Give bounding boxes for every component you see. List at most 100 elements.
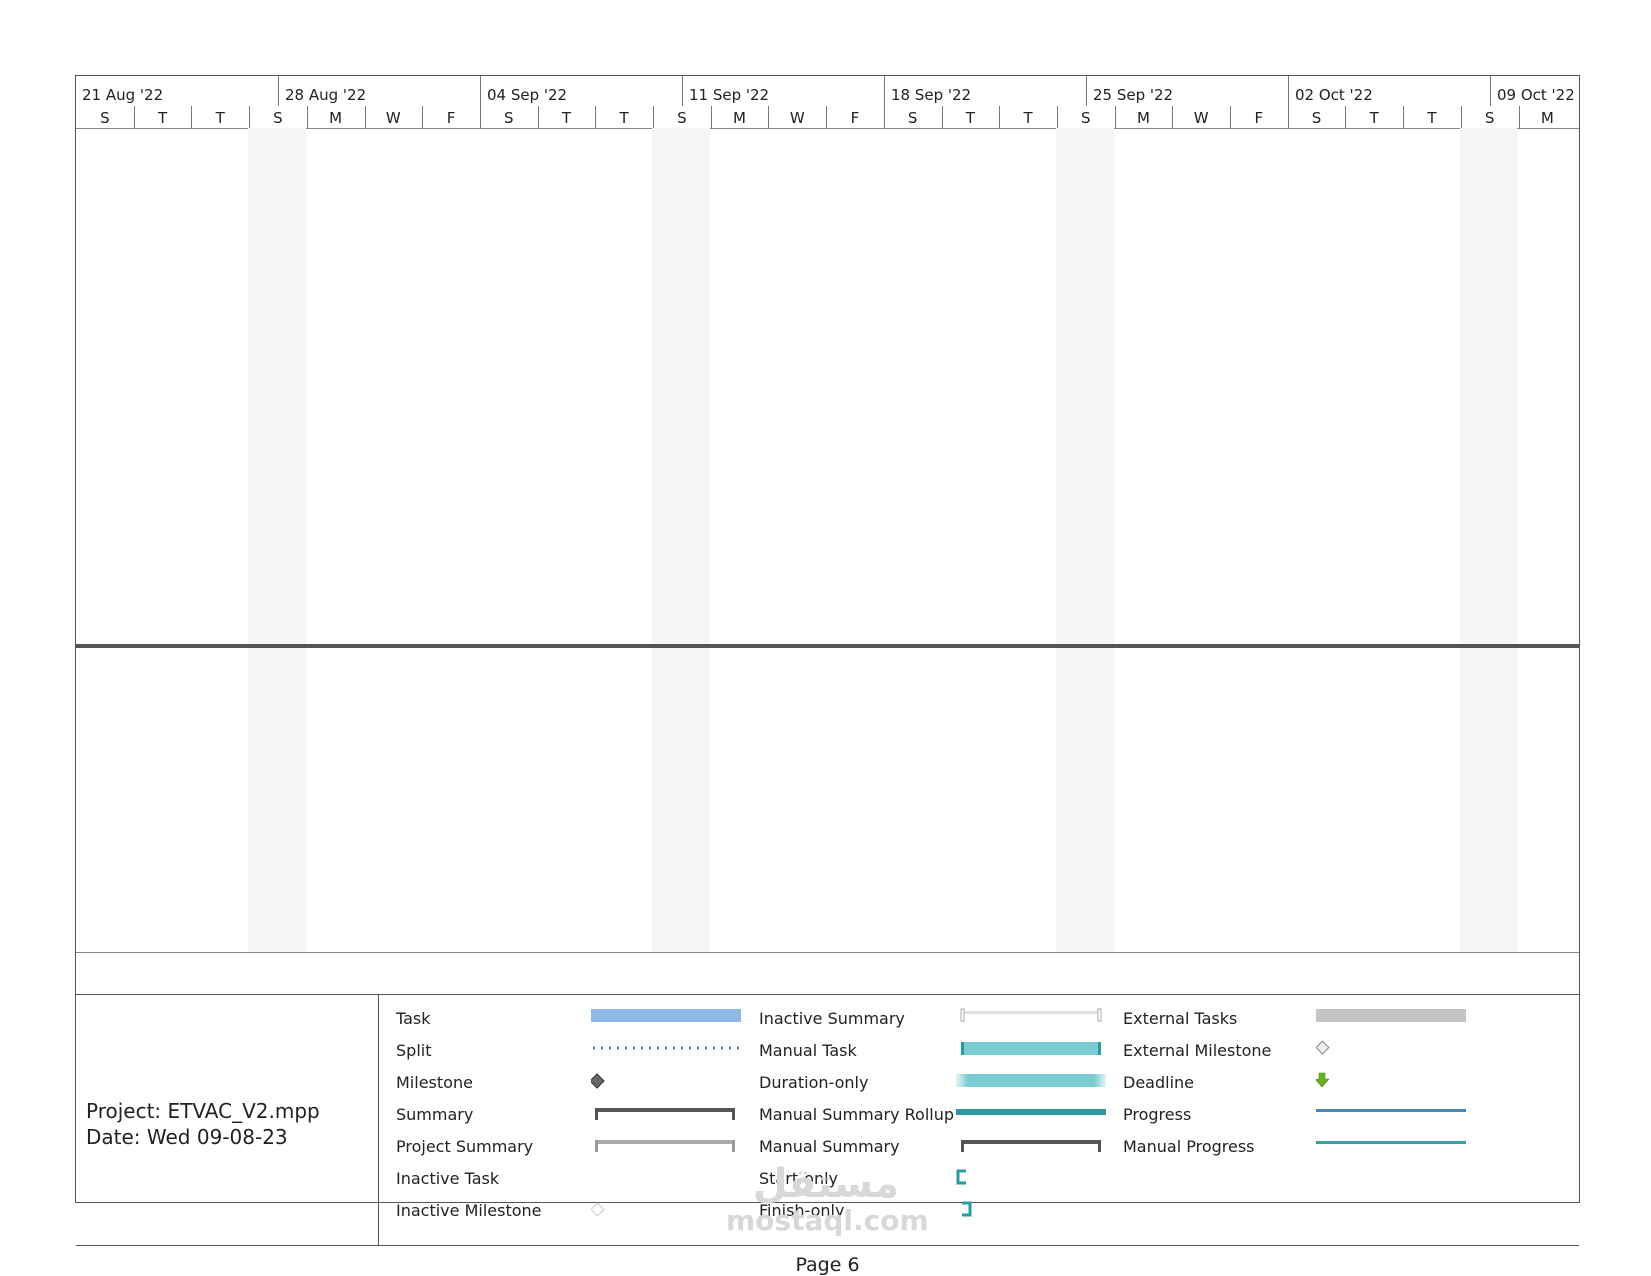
timescale-day-label: T: [157, 109, 168, 127]
legend-panel: Project: ETVAC_V2.mpp Date: Wed 09-08-23…: [76, 994, 1579, 1246]
timescale-day-tick: [710, 106, 712, 128]
timescale-day-tick: [1345, 106, 1347, 128]
timescale-day-tick: [191, 106, 193, 128]
timescale-day-label: W: [1193, 109, 1209, 127]
weekend-band: [1055, 128, 1114, 952]
legend-label-split: Split: [396, 1041, 432, 1060]
timescale-day-tick: [883, 106, 885, 128]
timescale-day-label: T: [1427, 109, 1437, 127]
timescale-day-tick: [768, 106, 770, 128]
legend-label-manual-task: Manual Task: [759, 1041, 857, 1060]
legend-label-external-milestone: External Milestone: [1123, 1041, 1272, 1060]
legend-symbols-col3: [1316, 1009, 1466, 1144]
timescale-header: 21 Aug '22 28 Aug '22 04 Sep '22 11 Sep '22…: [76, 76, 1579, 129]
task-bar-symbol: [591, 1009, 741, 1022]
timescale-day-label: S: [1311, 109, 1322, 127]
gantt-chart-area: [76, 128, 1579, 952]
legend-label-summary: Summary: [396, 1105, 474, 1124]
timescale-day-label: S: [100, 109, 110, 127]
page-frame: 21 Aug '22 28 Aug '22 04 Sep '22 11 Sep '22…: [75, 75, 1580, 1276]
timescale-day-tick: [422, 106, 424, 128]
legend-label-inactive-summary: Inactive Summary: [759, 1009, 905, 1028]
timescale-day-tick: [1518, 106, 1520, 128]
timescale-day-tick: [941, 106, 943, 128]
legend-label-external-tasks: External Tasks: [1123, 1009, 1238, 1028]
chart-bottom-border: [76, 952, 1579, 953]
project-info: Project: ETVAC_V2.mpp Date: Wed 09-08-23: [76, 995, 379, 1245]
timescale-day-label: M: [329, 109, 343, 127]
timescale-day-label: S: [503, 109, 514, 127]
project-summary-symbol: [595, 1140, 735, 1152]
timescale-day-label: F: [850, 109, 860, 127]
legend-label-progress: Progress: [1123, 1105, 1192, 1124]
legend-symbols-col1: [591, 1009, 741, 1217]
timescale-day-tick: [1287, 106, 1289, 128]
timescale-day-tick: [826, 106, 828, 128]
timescale-day-label: W: [789, 109, 805, 127]
legend-label-task: Task: [396, 1009, 431, 1028]
timescale-day-tick: [1230, 106, 1231, 128]
legend-label-project-summary: Project Summary: [396, 1137, 534, 1156]
legend-label-milestone: Milestone: [396, 1073, 473, 1092]
timescale-day-tick: [537, 106, 539, 128]
timescale-week-label: 21 Aug '22: [82, 86, 164, 104]
weekend-band: [248, 128, 306, 952]
timescale-week-label: 02 Oct '22: [1288, 76, 1490, 106]
legend-label-deadline: Deadline: [1123, 1073, 1194, 1092]
inactive-summary-symbol: [960, 1008, 1102, 1022]
duration-only-symbol: [956, 1074, 1106, 1087]
timescale-day-label: T: [619, 109, 629, 127]
legend-label-inactive-milestone: Inactive Milestone: [396, 1201, 542, 1220]
start-only-symbol: [956, 1169, 966, 1185]
timescale-week-label: 18 Sep '22: [884, 76, 1086, 106]
timescale-day-tick: [999, 106, 1001, 128]
finish-only-symbol: [962, 1201, 972, 1217]
project-date: Date: Wed 09-08-23: [86, 1125, 288, 1149]
timescale-day-label: F: [446, 109, 456, 127]
timescale-day-label: W: [385, 109, 401, 127]
timescale-week-label: 25 Sep '22: [1086, 76, 1288, 106]
timescale-week-label: 11 Sep '22: [682, 76, 884, 106]
manual-summary-rollup-symbol: [956, 1109, 1106, 1115]
timescale-day-label: T: [215, 109, 225, 127]
weekend-band: [652, 128, 710, 952]
progress-symbol: [1316, 1109, 1466, 1112]
timescale-day-tick: [1056, 106, 1058, 128]
timescale-week-label: 09 Oct '22: [1490, 76, 1580, 106]
summary-symbol: [595, 1108, 735, 1120]
timescale-day-tick: [595, 106, 597, 128]
timescale-day-tick: [479, 106, 481, 128]
timescale-day-tick: [1460, 106, 1462, 128]
chart-divider: [76, 644, 1579, 648]
legend-label-manual-progress: Manual Progress: [1123, 1137, 1255, 1156]
page-number: Page 6: [795, 1254, 860, 1276]
timescale-day-label: T: [1023, 109, 1033, 127]
timescale-day-tick: [133, 106, 135, 128]
timescale-day-tick: [653, 106, 654, 128]
timescale-day-label: S: [1484, 109, 1495, 127]
manual-progress-symbol: [1316, 1141, 1466, 1144]
external-milestone-symbol: [1316, 1040, 1330, 1055]
legend-symbols-col2: [956, 1008, 1106, 1217]
timescale-day-tick: [306, 106, 308, 128]
timescale-day-label: T: [1369, 109, 1379, 127]
timescale-day-tick: [364, 106, 366, 128]
milestone-symbol: [591, 1073, 605, 1089]
legend-label-start-only: Start-only: [759, 1169, 838, 1188]
legend-label-inactive-task: Inactive Task: [396, 1169, 500, 1188]
project-name: Project: ETVAC_V2.mpp: [86, 1099, 320, 1123]
timescale-day-tick: [1172, 106, 1174, 128]
timescale-week-label: 04 Sep '22: [480, 76, 682, 106]
timescale-day-tick: [1114, 106, 1116, 128]
timescale-day-label: F: [1254, 109, 1264, 127]
inactive-milestone-symbol: [591, 1202, 605, 1217]
deadline-arrow-symbol: [1316, 1072, 1330, 1088]
timescale-day-label: M: [1540, 109, 1554, 127]
legend-label-manual-summary: Manual Summary: [759, 1137, 900, 1156]
timescale-week-label: 28 Aug '22: [278, 76, 480, 106]
legend-label-finish-only: Finish-only: [759, 1201, 845, 1220]
timescale-day-label: S: [273, 109, 283, 127]
timescale-day-tick: [1403, 106, 1405, 128]
manual-summary-symbol: [961, 1140, 1101, 1152]
timescale-day-label: S: [677, 109, 687, 127]
